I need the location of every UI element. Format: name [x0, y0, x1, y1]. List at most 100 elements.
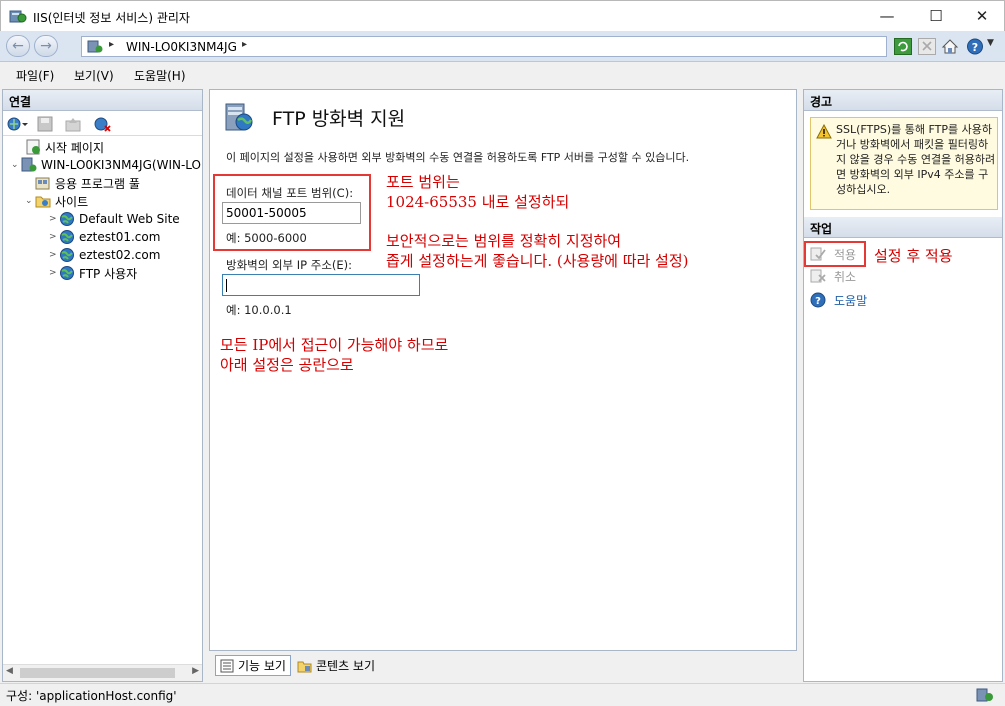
- tab-label: 콘텐츠 보기: [316, 659, 376, 673]
- external-ip-input[interactable]: [222, 274, 420, 296]
- content-view-icon: [297, 661, 312, 672]
- tree-item-start-page[interactable]: 시작 페이지: [11, 138, 203, 156]
- tree-item-sites[interactable]: ⌄ 사이트: [11, 192, 203, 210]
- breadcrumb-server[interactable]: WIN-LO0KI3NM4JG: [126, 40, 237, 54]
- menu-file[interactable]: 파일(F): [16, 67, 54, 84]
- tree-item-label: 시작 페이지: [45, 140, 105, 155]
- port-range-note-line2: 1024-65535 내로 설정하되: [386, 193, 570, 211]
- ip-note-line2: 아래 설정은 공란으로: [220, 356, 354, 374]
- collapse-icon[interactable]: ⌄: [25, 196, 35, 206]
- connections-tree: 시작 페이지 ⌄ WIN-LO0KI3NM4JG(WIN-LO 응용 프로그램 …: [11, 138, 203, 282]
- action-label: 도움말: [834, 293, 868, 308]
- server-icon: [87, 40, 103, 53]
- tree-item-default-web-site[interactable]: > Default Web Site: [11, 210, 203, 228]
- disconnect-icon[interactable]: [93, 116, 111, 132]
- home-icon[interactable]: [941, 38, 959, 55]
- expand-icon[interactable]: >: [49, 232, 59, 242]
- tab-label: 기능 보기: [238, 659, 286, 673]
- save-icon[interactable]: [37, 116, 53, 132]
- collapse-icon[interactable]: ⌄: [11, 160, 21, 170]
- up-level-icon[interactable]: [65, 116, 81, 132]
- tab-content-view[interactable]: 콘텐츠 보기: [293, 655, 379, 676]
- alerts-header: 경고: [804, 90, 1002, 111]
- tree-item-eztest02[interactable]: > eztest02.com: [11, 246, 203, 264]
- app-pool-icon: [35, 177, 50, 190]
- globe-icon: [60, 212, 74, 226]
- tree-item-label: WIN-LO0KI3NM4JG(WIN-LO: [41, 158, 201, 172]
- port-range-input[interactable]: 50001-50005: [222, 202, 361, 224]
- globe-icon: [60, 266, 74, 280]
- tree-item-label: Default Web Site: [79, 212, 180, 226]
- help-dropdown-icon[interactable]: ▼: [987, 38, 994, 48]
- cancel-icon: [810, 269, 826, 283]
- scrollbar-thumb[interactable]: [20, 668, 175, 678]
- expand-icon[interactable]: >: [49, 214, 59, 224]
- menu-bar: 파일(F) 보기(V) 도움말(H): [0, 62, 1005, 88]
- help-action[interactable]: ? 도움말: [810, 290, 867, 310]
- tree-item-ftp-users[interactable]: > FTP 사용자: [11, 264, 203, 282]
- server-status-icon: [976, 688, 993, 702]
- tree-item-server[interactable]: ⌄ WIN-LO0KI3NM4JG(WIN-LO: [11, 156, 203, 174]
- globe-icon: [60, 230, 74, 244]
- port-range-label: 데이터 채널 포트 범위(C):: [226, 186, 354, 200]
- action-label: 적용: [834, 247, 857, 262]
- address-path-box[interactable]: ▸ WIN-LO0KI3NM4JG ▸: [81, 36, 887, 57]
- breadcrumb-separator: ▸: [109, 39, 115, 50]
- apply-action[interactable]: 적용: [810, 244, 856, 264]
- page-description: 이 페이지의 설정을 사용하면 외부 방화벽의 수동 연결을 허용하도록 FTP…: [226, 151, 690, 164]
- expand-icon[interactable]: >: [49, 268, 59, 278]
- menu-help[interactable]: 도움말(H): [134, 67, 186, 84]
- security-note-line2: 좁게 설정하는게 좋습니다. (사용량에 따라 설정): [386, 252, 689, 270]
- breadcrumb-dropdown[interactable]: ▸: [242, 39, 247, 50]
- ftp-firewall-support-pane: FTP 방화벽 지원 이 페이지의 설정을 사용하면 외부 방화벽의 수동 연결…: [209, 89, 797, 651]
- external-ip-label: 방화벽의 외부 IP 주소(E):: [226, 258, 353, 272]
- external-ip-example: 예: 10.0.0.1: [226, 303, 292, 317]
- forward-button[interactable]: →: [34, 35, 58, 57]
- ftp-firewall-icon: [225, 103, 253, 131]
- title-bar: IIS(인터넷 정보 서비스) 관리자 — ☐ ✕: [0, 0, 1005, 31]
- start-page-icon: [26, 139, 40, 155]
- close-button[interactable]: ✕: [959, 1, 1005, 31]
- apply-note: 설정 후 적용: [874, 247, 953, 265]
- connect-icon[interactable]: [7, 116, 29, 132]
- maximize-button[interactable]: ☐: [913, 1, 959, 31]
- horizontal-scrollbar[interactable]: ◀ ▶: [3, 664, 202, 681]
- menu-view[interactable]: 보기(V): [74, 67, 114, 84]
- warning-icon: [816, 124, 832, 139]
- ip-note-line1: 모든 IP에서 접근이 가능해야 하므로: [220, 336, 449, 354]
- svg-text:?: ?: [972, 41, 978, 54]
- scroll-left-icon[interactable]: ◀: [6, 666, 13, 676]
- page-title: FTP 방화벽 지원: [272, 108, 406, 130]
- port-range-example: 예: 5000-6000: [226, 231, 307, 245]
- expand-icon[interactable]: >: [49, 250, 59, 260]
- tree-item-app-pools[interactable]: 응용 프로그램 풀: [11, 174, 203, 192]
- minimize-button[interactable]: —: [864, 1, 910, 31]
- action-label: 취소: [834, 269, 857, 284]
- tree-item-eztest01[interactable]: > eztest01.com: [11, 228, 203, 246]
- help-icon[interactable]: ?: [966, 38, 984, 55]
- window-title: IIS(인터넷 정보 서비스) 관리자: [33, 11, 190, 25]
- svg-text:?: ?: [815, 296, 821, 307]
- connections-header: 연결: [3, 90, 202, 111]
- tab-features-view[interactable]: 기능 보기: [215, 655, 291, 676]
- tree-item-label: 응용 프로그램 풀: [55, 176, 140, 191]
- back-button[interactable]: ←: [6, 35, 30, 57]
- security-note-line1: 보안적으로는 범위를 정확히 지정하여: [386, 232, 622, 250]
- status-text: 구성: 'applicationHost.config': [6, 689, 177, 703]
- tree-item-label: eztest02.com: [79, 248, 161, 262]
- tree-item-label: eztest01.com: [79, 230, 161, 244]
- apply-icon: [810, 247, 826, 261]
- help-icon: ?: [810, 292, 826, 308]
- alert-text: SSL(FTPS)를 통해 FTP를 사용하거나 방화벽에서 패킷을 필터링하지…: [836, 123, 996, 196]
- alert-box: SSL(FTPS)를 통해 FTP를 사용하거나 방화벽에서 패킷을 필터링하지…: [810, 117, 998, 210]
- address-bar: ← → ▸ WIN-LO0KI3NM4JG ▸ ? ▼: [0, 31, 1005, 62]
- tree-item-label: FTP 사용자: [79, 266, 138, 281]
- features-view-icon: [220, 659, 234, 672]
- tree-item-label: 사이트: [55, 194, 89, 209]
- cancel-action[interactable]: 취소: [810, 266, 856, 286]
- scroll-right-icon[interactable]: ▶: [192, 666, 199, 676]
- connections-toolbar: [3, 112, 202, 136]
- refresh-icon[interactable]: [894, 38, 912, 55]
- stop-icon[interactable]: [918, 38, 936, 55]
- actions-header: 작업: [804, 217, 1002, 238]
